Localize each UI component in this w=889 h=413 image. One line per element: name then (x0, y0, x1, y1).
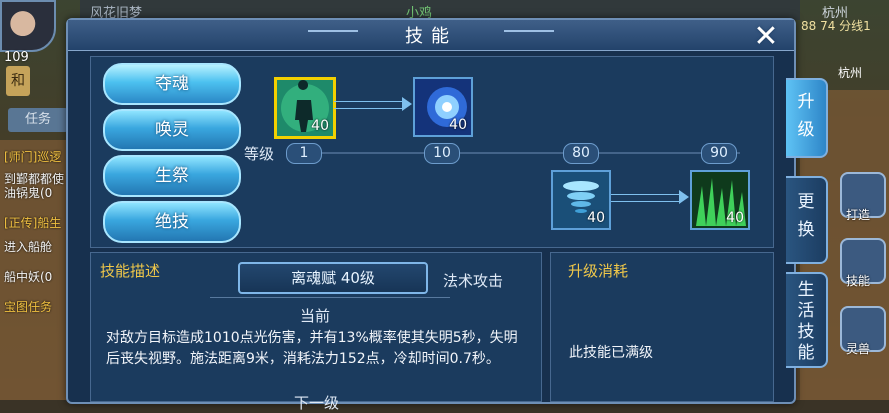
skill-icon-3[interactable]: 40 (551, 170, 611, 230)
next-level-label: 下一级 (294, 394, 340, 412)
quest-line[interactable]: [正传]船生 (4, 214, 74, 231)
map-coordinates: 88 74 分线1 (801, 19, 871, 33)
skill-level: 40 (449, 117, 467, 133)
skill-name-banner: 离魂赋 40级 (238, 262, 428, 294)
panel-titlebar: 技能 (68, 20, 794, 51)
tab-change-label: 更换 (797, 192, 815, 240)
tab-upgrade[interactable]: 升级 (786, 78, 828, 158)
close-button[interactable]: ✕ (748, 20, 784, 54)
quest-line[interactable]: 油锅鬼(0 (4, 184, 74, 201)
team-tab-button[interactable]: 和 (6, 66, 30, 96)
title-ornament-right (504, 30, 554, 32)
skill-hud-label: 技能 (846, 274, 871, 288)
skill-icon-1[interactable]: 40 (274, 77, 336, 139)
current-divider (210, 297, 450, 298)
title-ornament-left (308, 30, 358, 32)
player-avatar[interactable] (0, 0, 56, 52)
spirit-beast-label: 灵兽 (846, 342, 871, 356)
tab-change[interactable]: 更换 (786, 176, 828, 264)
skill-tab-huanling[interactable]: 唤灵 (103, 109, 241, 151)
description-heading: 技能描述 (100, 262, 161, 280)
level-track (300, 152, 740, 154)
skill-tab-shengji[interactable]: 生祭 (103, 155, 241, 197)
tab-life-skills-label: 生活技能 (797, 280, 815, 363)
skill-level: 40 (311, 118, 329, 134)
arrow-right-icon (402, 97, 412, 111)
skill-tab-duohun[interactable]: 夺魂 (103, 63, 241, 105)
background-roof (80, 0, 800, 20)
upgrade-cost-heading: 升级消耗 (568, 262, 629, 280)
tree-connector (611, 194, 680, 202)
quest-line[interactable]: 宝图任务 (4, 298, 74, 315)
tasks-tab-button[interactable]: 任务 (8, 108, 68, 132)
player-level: 109 (4, 50, 29, 65)
skill-tab-jueji[interactable]: 绝技 (103, 201, 241, 243)
arrow-right-icon (679, 190, 689, 204)
skill-level: 40 (726, 210, 744, 226)
craft-label: 打造 (846, 208, 871, 222)
quest-line[interactable]: [师门]巡逻 (4, 148, 74, 165)
level-pill: 80 (563, 143, 599, 164)
tab-life-skills[interactable]: 生活技能 (786, 272, 828, 368)
level-pill: 1 (286, 143, 322, 164)
skill-level: 40 (587, 210, 605, 226)
level-pill: 10 (424, 143, 460, 164)
quest-line[interactable]: 进入船舱 (4, 238, 74, 255)
skill-type: 法术攻击 (443, 272, 504, 290)
tree-connector (334, 101, 403, 109)
level-label: 等级 (244, 145, 275, 163)
current-level-label: 当前 (300, 307, 331, 325)
tab-upgrade-label: 升级 (797, 92, 815, 140)
minimap-label: 杭州 (838, 66, 863, 80)
skill-icon-2[interactable]: 40 (413, 77, 473, 137)
level-pill: 90 (701, 143, 737, 164)
quest-line[interactable]: 船中妖(0 (4, 268, 74, 285)
panel-title: 技能 (405, 26, 457, 47)
max-level-notice: 此技能已满级 (569, 345, 653, 361)
skill-icon-4[interactable]: 40 (690, 170, 750, 230)
current-level-description: 对敌方目标造成1010点光伤害，并有13%概率使其失明5秒，失明后丧失视野。施法… (106, 330, 518, 367)
